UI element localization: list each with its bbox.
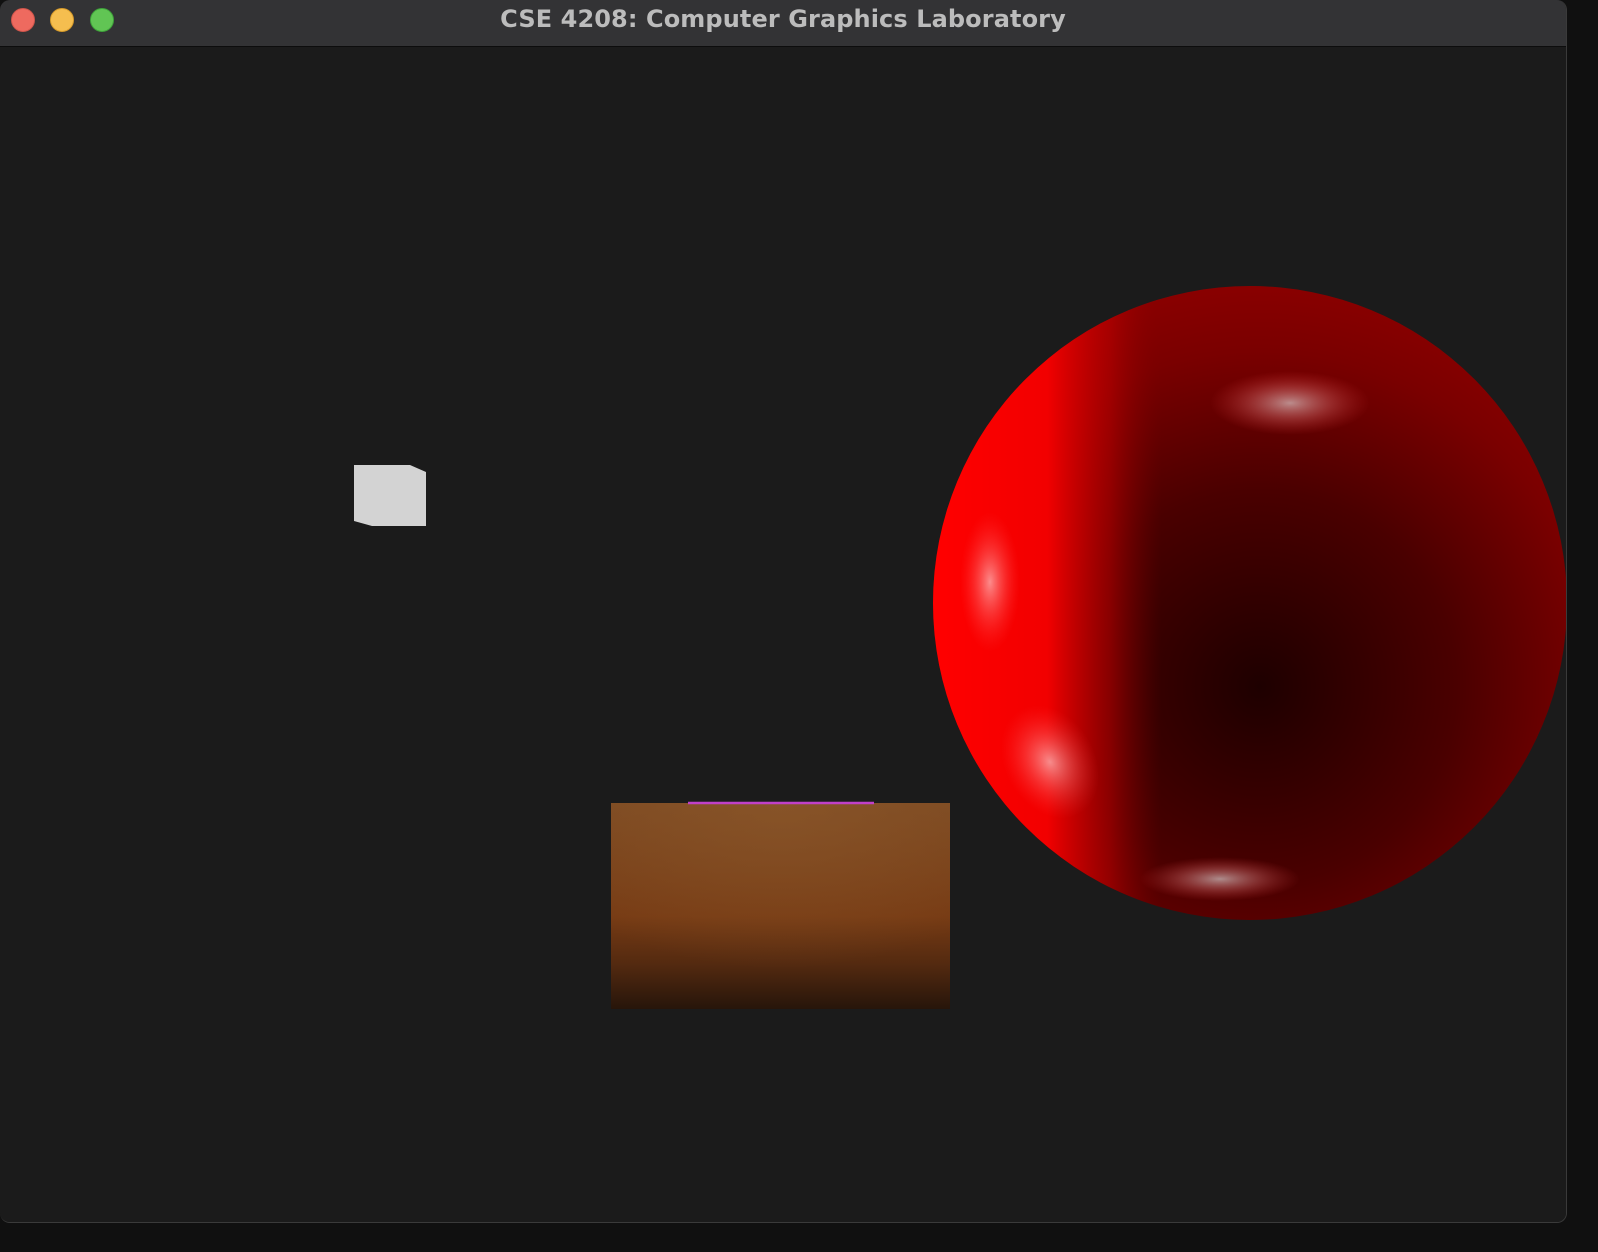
window-title: CSE 4208: Computer Graphics Laboratory [500,5,1066,33]
brown-box [611,801,950,1009]
white-cube [354,465,426,526]
opengl-viewport[interactable] [0,47,1566,1222]
red-sphere [933,286,1566,920]
title-bar[interactable]: CSE 4208: Computer Graphics Laboratory [0,0,1566,47]
scene-canvas [354,286,1566,1009]
app-window: CSE 4208: Computer Graphics Laboratory [0,0,1567,1223]
